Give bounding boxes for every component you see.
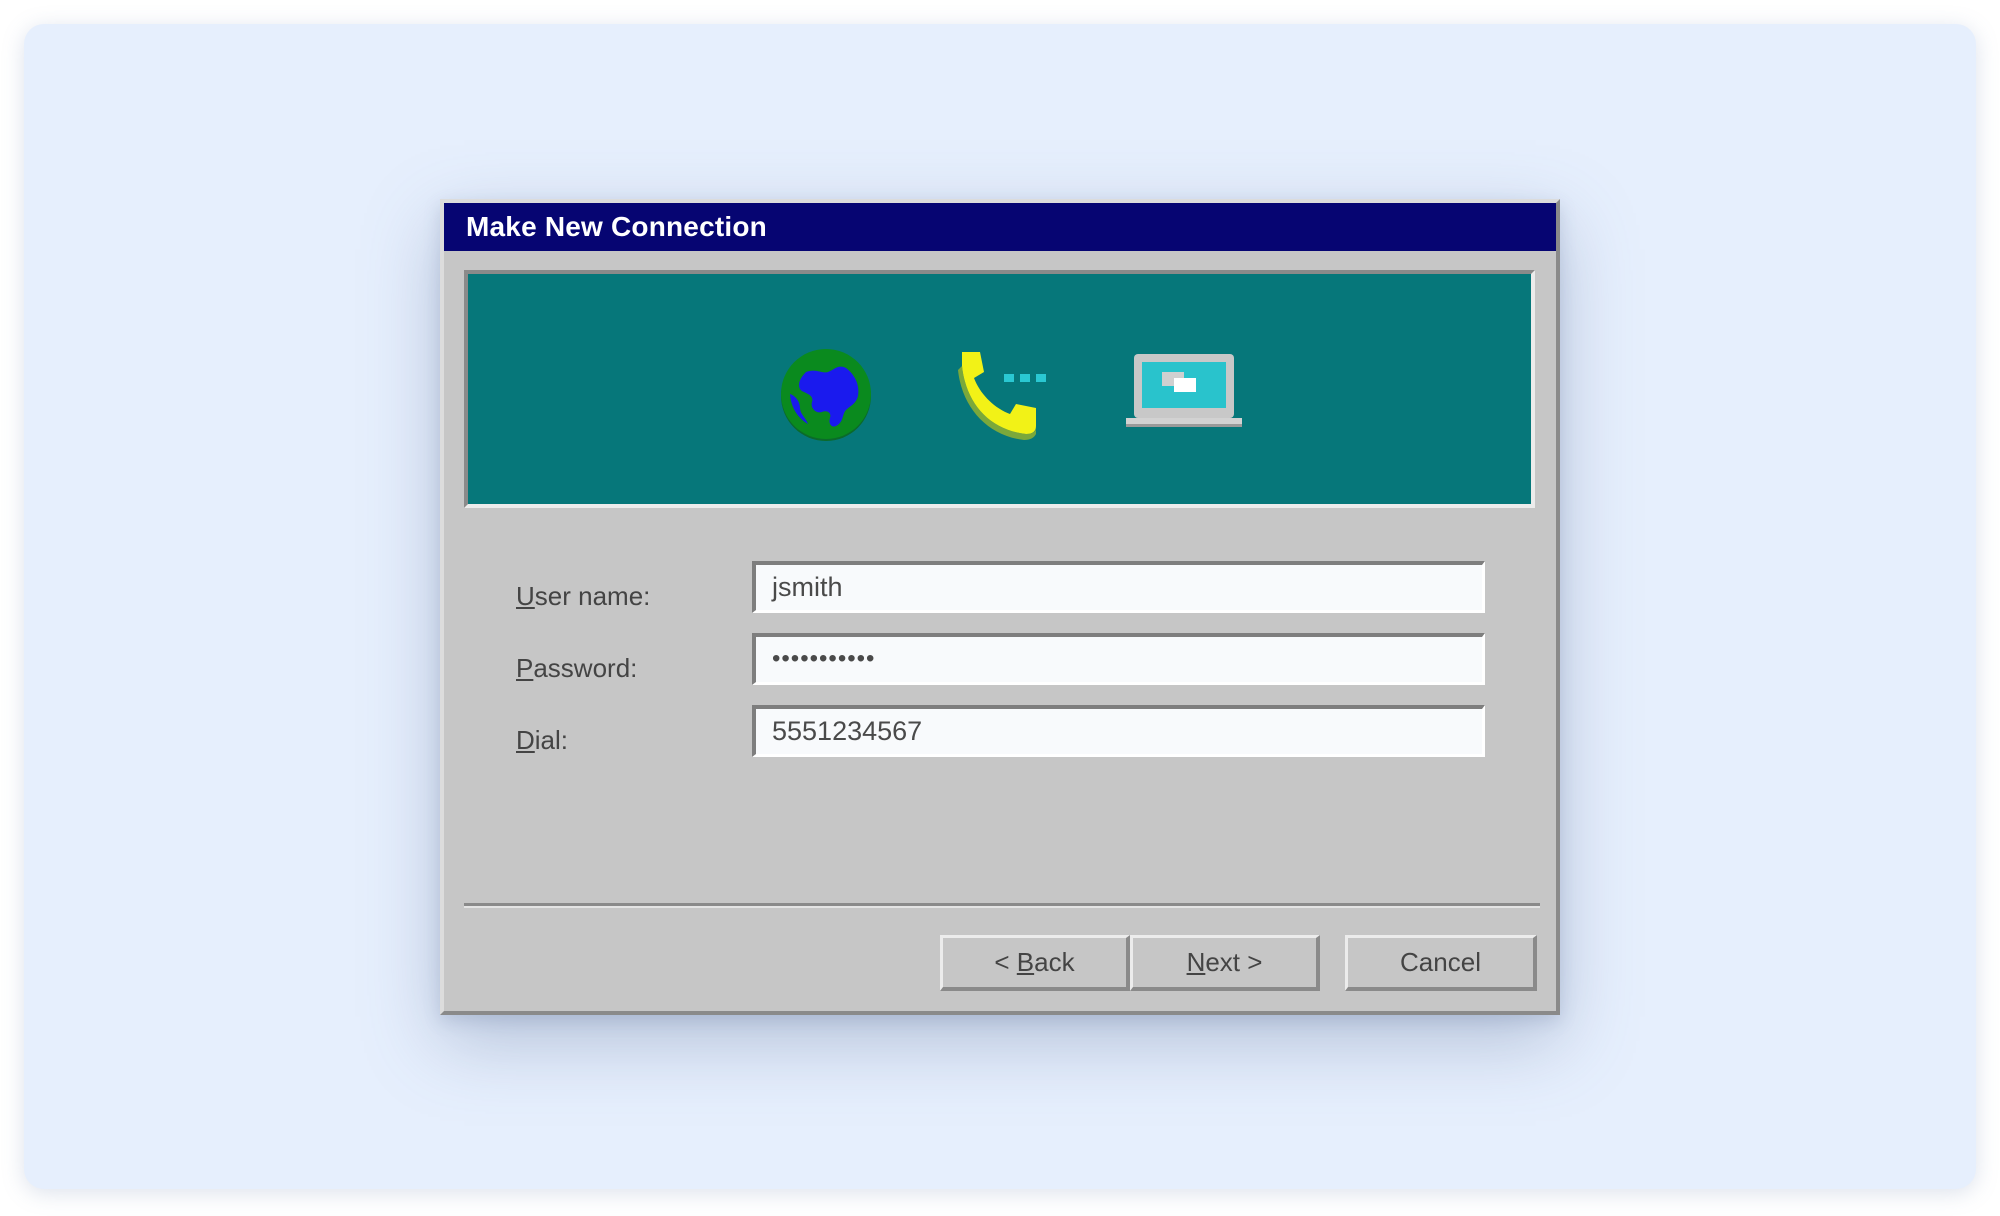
username-field[interactable]: jsmith — [752, 561, 1485, 613]
back-button-accel: B — [1016, 947, 1035, 977]
laptop-icon — [1126, 354, 1242, 427]
back-button[interactable]: < Back — [940, 935, 1130, 991]
dialog-title: Make New Connection — [444, 203, 1556, 251]
password-label-accel: P — [516, 653, 534, 683]
wizard-banner — [464, 270, 1535, 508]
connection-dialog: Make New Connection User name: jsmith Pa… — [440, 199, 1560, 1015]
back-button-text: ack — [1034, 947, 1075, 977]
dial-label-accel: D — [516, 725, 535, 755]
username-label-text: ser name: — [534, 581, 651, 611]
globe-icon — [781, 349, 871, 441]
back-button-prefix: < — [994, 947, 1017, 977]
password-label-text: assword: — [533, 653, 638, 683]
dial-label-text: ial: — [534, 725, 569, 755]
dial-label: Dial: — [516, 725, 568, 756]
next-button-accel: N — [1186, 947, 1206, 977]
cancel-button[interactable]: Cancel — [1345, 935, 1537, 991]
dial-field[interactable]: 5551234567 — [752, 705, 1485, 757]
password-field[interactable]: ••••••••••• — [752, 633, 1485, 685]
next-button-text: ext > — [1205, 947, 1263, 977]
phone-icon — [958, 352, 1046, 440]
username-label-accel: U — [516, 581, 535, 611]
next-button[interactable]: Next > — [1130, 935, 1320, 991]
username-label: User name: — [516, 581, 650, 612]
password-label: Password: — [516, 653, 637, 684]
button-separator — [464, 903, 1540, 908]
